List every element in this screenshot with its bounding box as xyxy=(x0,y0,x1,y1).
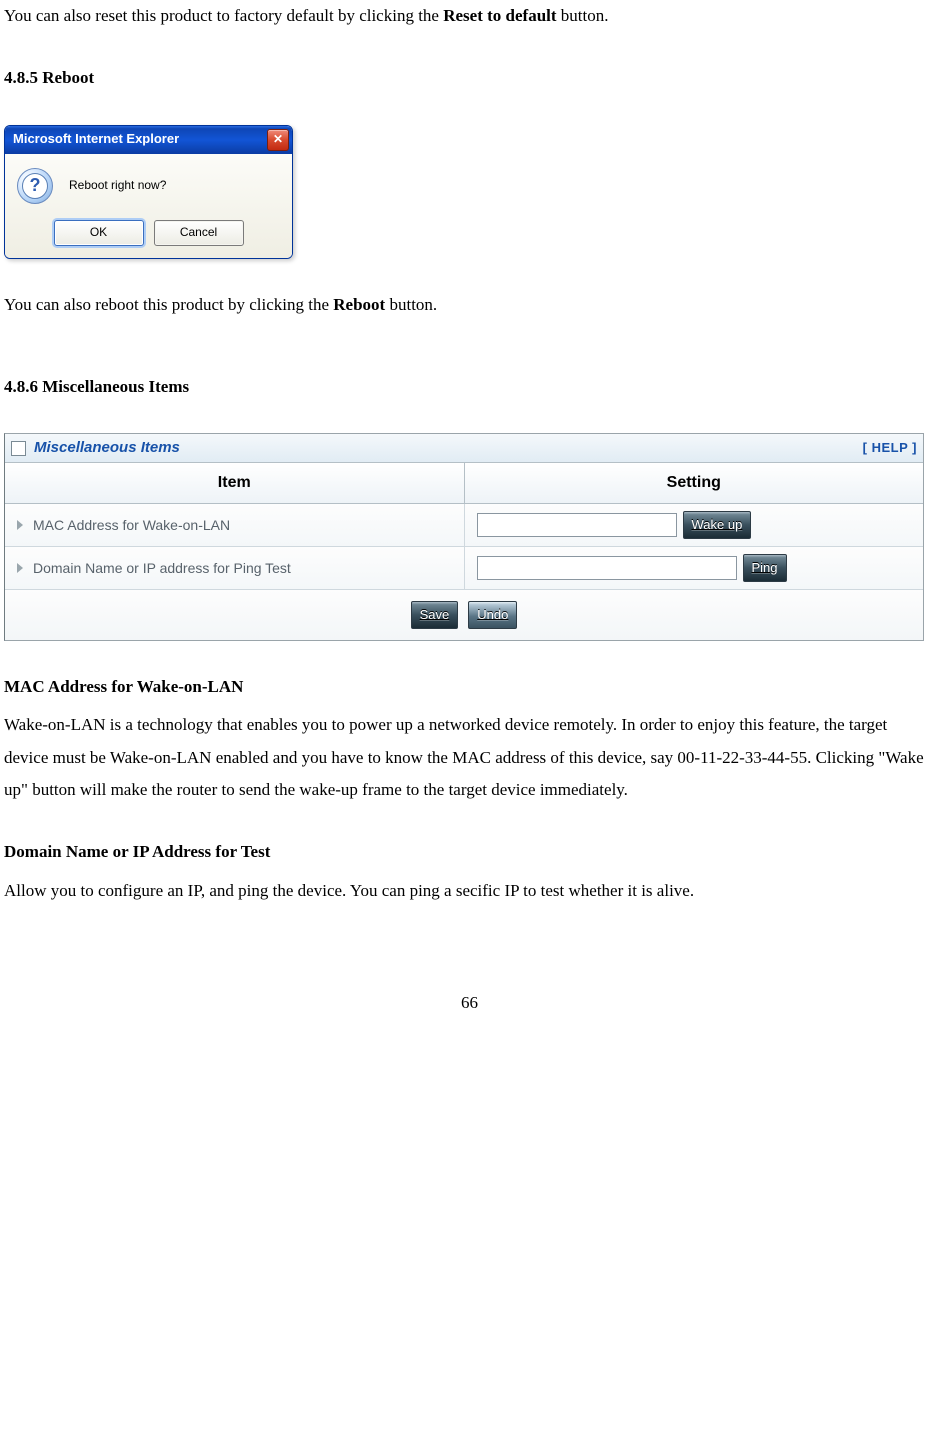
wake-up-label: Wake up xyxy=(692,513,743,538)
desc-mac-heading: MAC Address for Wake-on-LAN xyxy=(4,671,935,703)
close-icon[interactable]: ✕ xyxy=(267,129,289,151)
desc-domain-body: Allow you to configure an IP, and ping t… xyxy=(4,875,935,907)
desc-domain-heading: Domain Name or IP Address for Test xyxy=(4,836,935,868)
table-row: MAC Address for Wake-on-LAN Wake up xyxy=(5,504,923,547)
section-heading-reboot: 4.8.5 Reboot xyxy=(4,62,935,94)
ping-input[interactable] xyxy=(477,556,737,580)
undo-label: Undo xyxy=(477,603,508,628)
dialog-titlebar[interactable]: Microsoft Internet Explorer ✕ xyxy=(5,126,292,154)
reboot-note-post: button. xyxy=(385,295,437,314)
desc-mac-body: Wake-on-LAN is a technology that enables… xyxy=(4,709,935,806)
section-heading-misc: 4.8.6 Miscellaneous Items xyxy=(4,371,935,403)
help-glyph: ? xyxy=(22,173,48,199)
reset-text-bold: Reset to default xyxy=(443,6,556,25)
save-button[interactable]: Save xyxy=(411,601,459,629)
row-setting-ping: Ping xyxy=(465,547,924,589)
row-label-ping-text: Domain Name or IP address for Ping Test xyxy=(33,555,291,582)
triangle-icon xyxy=(17,520,23,530)
row-label-mac-text: MAC Address for Wake-on-LAN xyxy=(33,512,230,539)
ok-button[interactable]: OK xyxy=(54,220,144,246)
close-glyph: ✕ xyxy=(273,128,283,151)
panel-footer: Save Undo xyxy=(5,590,923,640)
reboot-note-paragraph: You can also reboot this product by clic… xyxy=(4,289,935,321)
column-header-row: Item Setting xyxy=(5,463,923,504)
dialog-body: ? Reboot right now? OK Cancel xyxy=(5,154,292,258)
misc-items-panel: Miscellaneous Items [ HELP ] Item Settin… xyxy=(4,433,924,641)
triangle-icon xyxy=(17,563,23,573)
row-setting-mac: Wake up xyxy=(465,504,924,546)
ie-dialog: Microsoft Internet Explorer ✕ ? Reboot r… xyxy=(4,125,293,259)
panel-header: Miscellaneous Items [ HELP ] xyxy=(5,434,923,463)
column-header-setting: Setting xyxy=(465,463,924,503)
column-header-item: Item xyxy=(5,463,465,503)
reboot-note-bold: Reboot xyxy=(333,295,385,314)
dialog-message: Reboot right now? xyxy=(69,178,166,192)
save-label: Save xyxy=(420,603,450,628)
reset-text-pre: You can also reset this product to facto… xyxy=(4,6,443,25)
collapse-toggle-icon[interactable] xyxy=(11,441,26,456)
panel-title: Miscellaneous Items xyxy=(34,434,180,463)
dialog-title: Microsoft Internet Explorer xyxy=(13,127,179,152)
table-row: Domain Name or IP address for Ping Test … xyxy=(5,547,923,590)
row-label-ping: Domain Name or IP address for Ping Test xyxy=(5,547,465,589)
help-icon: ? xyxy=(17,168,53,204)
undo-button[interactable]: Undo xyxy=(468,601,517,629)
page-number: 66 xyxy=(4,987,935,1019)
ok-label: OK xyxy=(90,221,107,244)
cancel-label: Cancel xyxy=(180,221,217,244)
reset-text-post: button. xyxy=(557,6,609,25)
ping-label: Ping xyxy=(752,556,778,581)
mac-input[interactable] xyxy=(477,513,677,537)
row-label-mac: MAC Address for Wake-on-LAN xyxy=(5,504,465,546)
reboot-note-pre: You can also reboot this product by clic… xyxy=(4,295,333,314)
wake-up-button[interactable]: Wake up xyxy=(683,511,752,539)
cancel-button[interactable]: Cancel xyxy=(154,220,244,246)
help-link[interactable]: [ HELP ] xyxy=(863,436,917,461)
reset-paragraph: You can also reset this product to facto… xyxy=(4,0,935,32)
ping-button[interactable]: Ping xyxy=(743,554,787,582)
